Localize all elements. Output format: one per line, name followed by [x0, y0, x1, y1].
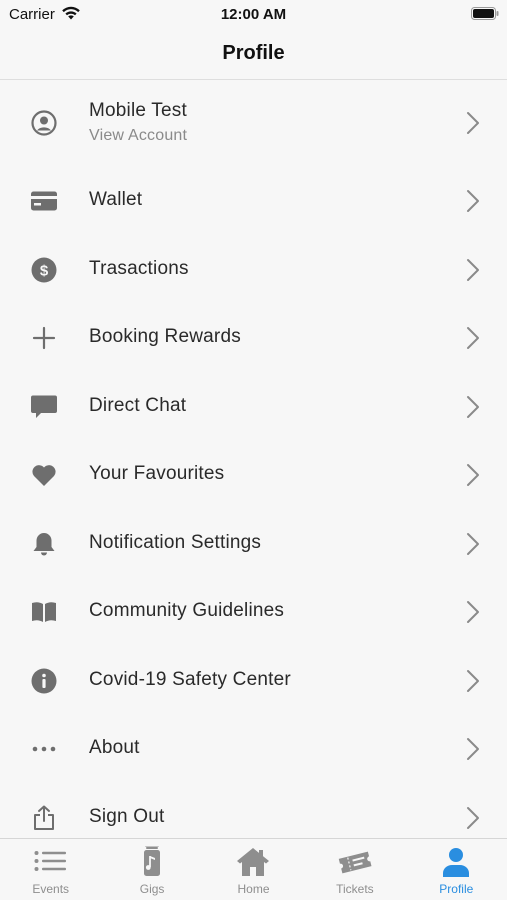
- list-icon: [34, 851, 66, 871]
- chevron-right-icon: [467, 396, 479, 418]
- chevron-right-icon: [467, 190, 479, 212]
- account-name: Mobile Test: [89, 100, 187, 121]
- navigation-bar: Profile: [0, 30, 507, 80]
- chevron-right-icon: [467, 112, 479, 134]
- menu-item-wallet[interactable]: Wallet: [0, 167, 507, 235]
- chevron-right-icon: [467, 533, 479, 555]
- tab-home[interactable]: Home: [203, 839, 304, 900]
- menu-item-covid-safety-center[interactable]: Covid-19 Safety Center: [0, 647, 507, 715]
- menu-item-label: Direct Chat: [89, 395, 187, 416]
- battery-icon: [471, 7, 499, 20]
- chevron-right-icon: [467, 601, 479, 623]
- chevron-right-icon: [467, 738, 479, 760]
- view-account-row[interactable]: Mobile Test View Account: [0, 81, 507, 166]
- chevron-right-icon: [467, 327, 479, 349]
- share-icon: [29, 803, 59, 833]
- menu-item-booking-rewards[interactable]: Booking Rewards: [0, 304, 507, 372]
- tab-label: Gigs: [139, 882, 165, 896]
- tab-label: Events: [32, 882, 70, 896]
- view-account-label: View Account: [89, 127, 188, 144]
- menu-item-label: Booking Rewards: [89, 326, 241, 347]
- chat-bubble-icon: [29, 392, 59, 422]
- menu-item-label: Covid-19 Safety Center: [89, 669, 291, 690]
- menu-item-label: About: [89, 737, 140, 758]
- menu-item-label: Notification Settings: [89, 532, 262, 553]
- menu-item-about[interactable]: About: [0, 715, 507, 783]
- menu-item-sign-out[interactable]: Sign Out: [0, 784, 507, 837]
- menu-item-label: Sign Out: [89, 806, 165, 827]
- menu-item-label: Community Guidelines: [89, 600, 285, 621]
- ellipsis-icon: [29, 734, 59, 764]
- tab-events[interactable]: Events: [0, 839, 101, 900]
- menu-item-label: Trasactions: [89, 258, 189, 279]
- chevron-right-icon: [467, 670, 479, 692]
- menu-item-label: Wallet: [89, 189, 143, 210]
- chevron-right-icon: [467, 259, 479, 281]
- profile-menu: Mobile Test View Account Wallet $ Trasac…: [0, 81, 507, 837]
- menu-item-transactions[interactable]: $ Trasactions: [0, 236, 507, 304]
- home-icon: [237, 848, 270, 876]
- user-circle-icon: [29, 108, 59, 138]
- tab-gigs[interactable]: Gigs: [101, 839, 202, 900]
- tab-profile[interactable]: Profile: [406, 839, 507, 900]
- info-icon: [29, 666, 59, 696]
- tab-label: Tickets: [336, 882, 374, 896]
- svg-text:$: $: [40, 263, 49, 280]
- menu-item-favourites[interactable]: Your Favourites: [0, 441, 507, 509]
- menu-item-direct-chat[interactable]: Direct Chat: [0, 373, 507, 441]
- tickets-icon: [338, 851, 372, 874]
- plus-icon: [29, 323, 59, 353]
- person-icon: [443, 848, 470, 877]
- book-icon: [29, 597, 59, 627]
- bell-icon: [29, 529, 59, 559]
- menu-item-community-guidelines[interactable]: Community Guidelines: [0, 578, 507, 646]
- menu-item-label: Your Favourites: [89, 463, 225, 484]
- status-bar: Carrier 12:00 AM: [0, 0, 507, 30]
- credit-card-icon: [29, 186, 59, 216]
- chevron-right-icon: [467, 807, 479, 829]
- tab-label: Profile: [439, 882, 474, 896]
- clock-time: 12:00 AM: [220, 6, 287, 23]
- page-title: Profile: [222, 42, 285, 64]
- tab-tickets[interactable]: Tickets: [304, 839, 405, 900]
- chevron-right-icon: [467, 464, 479, 486]
- tab-label: Home: [237, 882, 270, 896]
- heart-icon: [29, 460, 59, 490]
- dollar-coin-icon: $: [29, 255, 59, 285]
- menu-item-notification-settings[interactable]: Notification Settings: [0, 510, 507, 578]
- music-note-icon: [144, 846, 161, 876]
- tab-bar: Events Gigs Home Tickets Profile: [0, 838, 507, 900]
